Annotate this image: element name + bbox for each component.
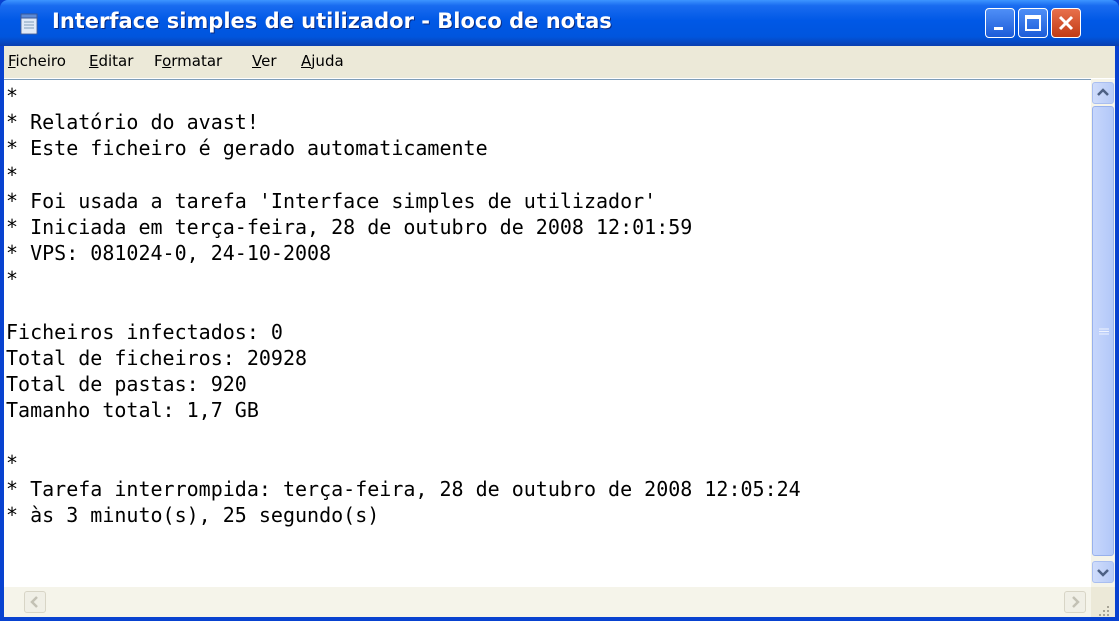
grip-icon (1099, 328, 1109, 335)
text-line: * Foi usada a tarefa 'Interface simples … (6, 188, 657, 213)
text-line: Ficheiros infectados: 0 (6, 319, 283, 344)
vertical-scrollbar[interactable] (1091, 79, 1115, 587)
text-line: Total de pastas: 920 (6, 372, 247, 397)
scroll-down-button[interactable] (1092, 561, 1114, 583)
text-line: * VPS: 081024-0, 24-10-2008 (6, 241, 332, 266)
text-line: * Tarefa interrompida: terça-feira, 28 d… (6, 477, 801, 502)
menu-bar: Ficheiro Editar Formatar Ver Ajuda (4, 46, 1115, 79)
close-icon (1058, 15, 1074, 31)
notepad-window: Interface simples de utilizador - Bloco … (0, 0, 1119, 621)
text-line: * (6, 450, 19, 475)
text-line: * Relatório do avast! (6, 110, 259, 135)
menu-editar[interactable]: Editar (89, 52, 133, 70)
resize-grip[interactable] (1091, 587, 1115, 617)
notepad-icon[interactable] (20, 13, 40, 35)
maximize-button[interactable] (1018, 8, 1048, 38)
maximize-icon (1025, 15, 1041, 31)
minimize-button[interactable] (985, 8, 1015, 38)
text-line: * Iniciada em terça-feira, 28 de outubro… (6, 215, 693, 240)
scroll-thumb[interactable] (1092, 106, 1114, 556)
menu-formatar[interactable]: Formatar (154, 52, 222, 70)
text-line: * (6, 267, 19, 292)
menu-ficheiro[interactable]: Ficheiro (8, 52, 66, 70)
text-line: * (6, 84, 19, 108)
minimize-icon (994, 27, 1003, 30)
text-line: * Este ficheiro é gerado automaticamente (6, 136, 488, 161)
chevron-left-icon (30, 596, 38, 608)
text-line: Tamanho total: 1,7 GB (6, 398, 259, 423)
close-button[interactable] (1051, 8, 1081, 38)
horizontal-scrollbar[interactable] (4, 587, 1091, 617)
text-line: * às 3 minuto(s), 25 segundo(s) (6, 503, 380, 528)
chevron-up-icon (1097, 88, 1109, 96)
title-bar[interactable]: Interface simples de utilizador - Bloco … (0, 0, 1119, 46)
text-line: Total de ficheiros: 20928 (6, 346, 308, 371)
window-title: Interface simples de utilizador - Bloco … (52, 9, 612, 33)
chevron-right-icon (1072, 596, 1080, 608)
scroll-left-button[interactable] (24, 591, 46, 613)
chevron-down-icon (1097, 569, 1109, 577)
editor-content[interactable]: * * Relatório do avast! * Este ficheiro … (6, 83, 801, 528)
scroll-right-button[interactable] (1064, 591, 1086, 613)
text-editor[interactable]: * * Relatório do avast! * Este ficheiro … (4, 79, 1091, 587)
menu-ver[interactable]: Ver (252, 52, 277, 70)
scroll-up-button[interactable] (1092, 82, 1114, 104)
menu-ajuda[interactable]: Ajuda (301, 52, 344, 70)
text-line: * (6, 162, 19, 187)
resize-grip-icon (1099, 606, 1109, 616)
